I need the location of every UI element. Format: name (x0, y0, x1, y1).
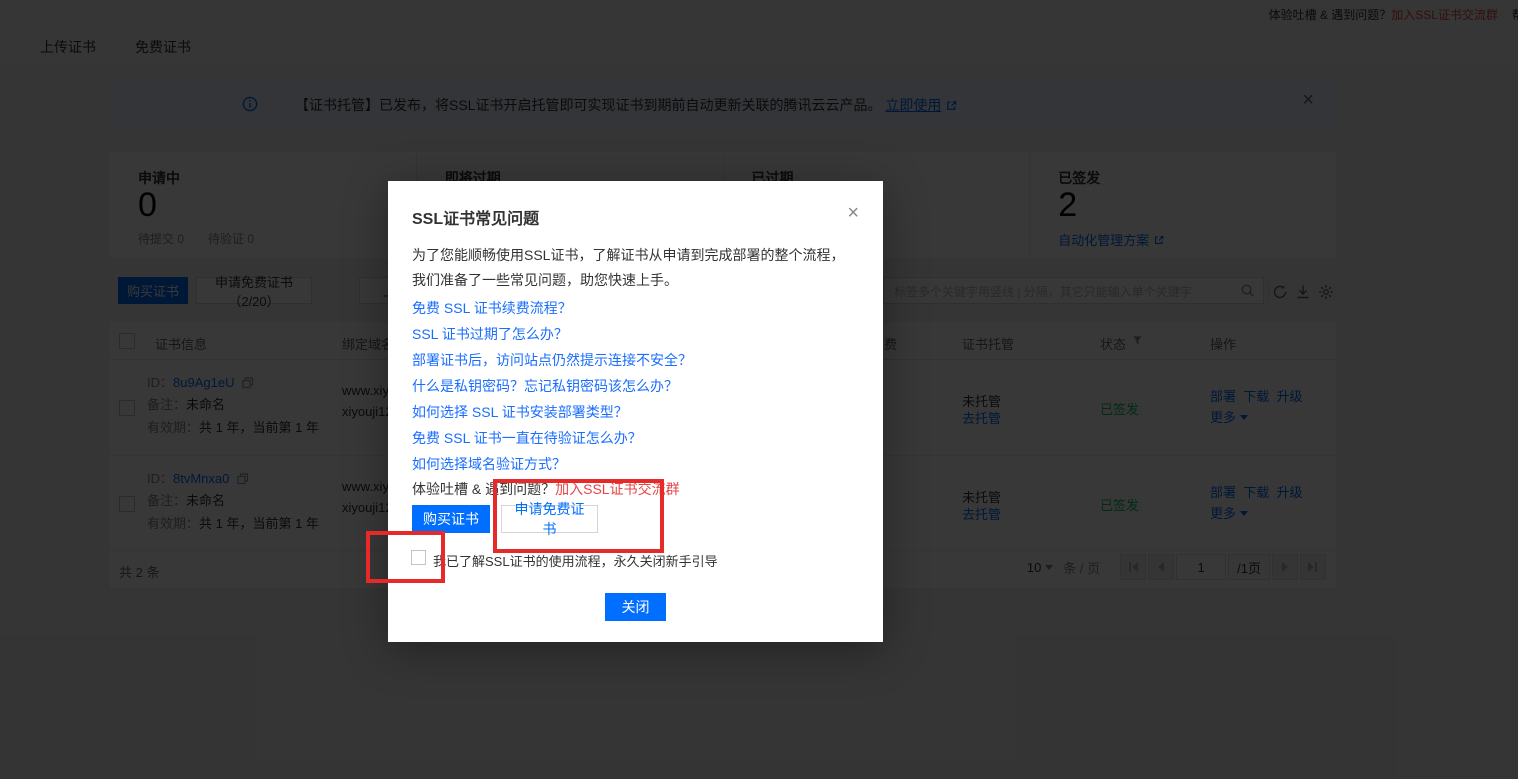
faq-link-expired[interactable]: SSL 证书过期了怎么办？ (412, 324, 568, 344)
modal-intro: 为了您能顺畅使用SSL证书，了解证书从申请到完成部署的整个流程，我们准备了一些常… (412, 243, 854, 293)
faq-link-insecure[interactable]: 部署证书后，访问站点仍然提示连接不安全？ (412, 350, 692, 370)
modal-close-icon[interactable]: × (847, 203, 859, 223)
faq-modal: SSL证书常见问题 × 为了您能顺畅使用SSL证书，了解证书从申请到完成部署的整… (388, 181, 883, 642)
modal-title: SSL证书常见问题 (412, 205, 539, 229)
annotation-box-checkbox (366, 531, 445, 583)
faq-link-deploy-type[interactable]: 如何选择 SSL 证书安装部署类型？ (412, 402, 628, 422)
faq-link-renewal[interactable]: 免费 SSL 证书续费流程？ (412, 298, 572, 318)
faq-link-pending-verify[interactable]: 免费 SSL 证书一直在待验证怎么办？ (412, 428, 642, 448)
dismiss-guide-label: 我已了解SSL证书的使用流程，永久关闭新手引导 (433, 551, 718, 570)
buy-cert-button[interactable]: 购买证书 (412, 505, 490, 533)
close-button[interactable]: 关闭 (605, 593, 666, 621)
annotation-box-join-group (493, 479, 664, 553)
faq-link-domain-verify[interactable]: 如何选择域名验证方式？ (412, 454, 566, 474)
faq-link-private-key[interactable]: 什么是私钥密码？忘记私钥密码该怎么办？ (412, 376, 678, 396)
